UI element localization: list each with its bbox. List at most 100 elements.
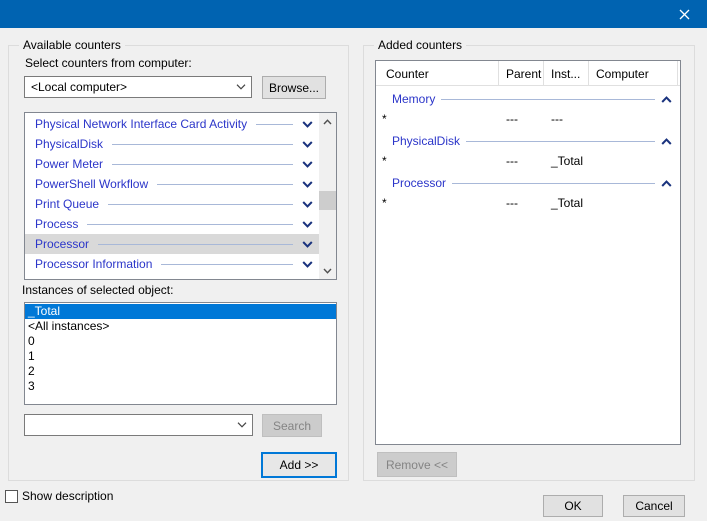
column-header-instance[interactable]: Inst... (544, 61, 589, 86)
cancel-button-label: Cancel (635, 499, 672, 513)
cell-parent: --- (499, 154, 544, 168)
counter-item[interactable]: Physical Network Interface Card Activity (25, 114, 319, 134)
counter-item-rule (157, 184, 293, 185)
counter-item-label: PowerShell Workflow (35, 177, 148, 191)
search-button-label: Search (273, 419, 311, 433)
cell-instance: --- (544, 112, 589, 126)
add-button-label: Add >> (280, 458, 319, 472)
counter-item-label: Process (35, 217, 78, 231)
table-header-row: Counter Parent Inst... Computer (376, 61, 680, 86)
counter-item[interactable]: Process (25, 214, 319, 234)
counter-item[interactable]: Processor Information (25, 254, 319, 274)
counter-group-name: PhysicalDisk (392, 134, 460, 148)
counter-item[interactable]: PowerShell Workflow (25, 174, 319, 194)
counter-group-row[interactable]: Processor (376, 173, 680, 193)
table-row[interactable]: * --- --- (376, 109, 680, 129)
instance-item[interactable]: 1 (25, 349, 336, 364)
collapse-chevron-icon[interactable] (661, 96, 672, 103)
select-computer-label: Select counters from computer: (25, 56, 192, 70)
collapse-chevron-icon[interactable] (661, 138, 672, 145)
counter-item-label: Processor (35, 237, 89, 251)
show-description-checkbox[interactable]: Show description (5, 489, 113, 503)
instance-item[interactable]: 2 (25, 364, 336, 379)
cell-instance: _Total (544, 196, 589, 210)
counter-item-rule (87, 224, 293, 225)
counters-list: Physical Network Interface Card Activity… (24, 112, 337, 280)
cell-parent: --- (499, 112, 544, 126)
add-counters-dialog: Available counters Select counters from … (0, 0, 707, 521)
counter-item-rule (161, 264, 293, 265)
computer-combobox-value: <Local computer> (25, 80, 231, 94)
counter-group-name: Processor (392, 176, 446, 190)
add-button[interactable]: Add >> (261, 452, 337, 478)
added-counters-group-label: Added counters (374, 38, 466, 52)
scroll-down-icon (323, 268, 332, 274)
table-row[interactable]: * --- _Total (376, 151, 680, 171)
expand-chevron-icon[interactable] (302, 201, 313, 208)
counter-item-selected[interactable]: Processor (25, 234, 319, 254)
counter-item[interactable]: Power Meter (25, 154, 319, 174)
counter-group-name: Memory (392, 92, 435, 106)
expand-chevron-icon[interactable] (302, 161, 313, 168)
scrollbar-thumb[interactable] (319, 191, 336, 210)
close-button[interactable] (661, 0, 707, 28)
instance-item[interactable]: <All instances> (25, 319, 336, 334)
counter-group-rule (441, 99, 655, 100)
browse-button[interactable]: Browse... (262, 76, 326, 99)
table-row[interactable]: * --- _Total (376, 193, 680, 213)
available-counters-group-label: Available counters (19, 38, 125, 52)
cell-counter: * (376, 112, 499, 126)
show-description-label: Show description (22, 489, 113, 503)
checkbox-box (5, 490, 18, 503)
remove-button-label: Remove << (386, 458, 448, 472)
counter-group-row[interactable]: PhysicalDisk (376, 131, 680, 151)
ok-button[interactable]: OK (543, 495, 603, 517)
expand-chevron-icon[interactable] (302, 261, 313, 268)
counter-group-rule (466, 141, 655, 142)
scroll-down-button[interactable] (319, 262, 336, 279)
cancel-button[interactable]: Cancel (623, 495, 685, 517)
scroll-up-icon (323, 119, 332, 125)
table-body: Memory * --- --- PhysicalDisk * --- _Tot… (376, 86, 680, 213)
column-header-computer[interactable]: Computer (589, 61, 678, 86)
remove-button[interactable]: Remove << (377, 452, 457, 477)
chevron-down-icon (231, 84, 251, 90)
scroll-up-button[interactable] (319, 113, 336, 130)
counter-item-rule (112, 144, 293, 145)
counter-item[interactable]: Print Queue (25, 194, 319, 214)
computer-combobox[interactable]: <Local computer> (24, 76, 252, 98)
counter-item-label: PhysicalDisk (35, 137, 103, 151)
expand-chevron-icon[interactable] (302, 241, 313, 248)
title-bar (0, 0, 707, 28)
counter-item-label: Power Meter (35, 157, 103, 171)
scrollbar[interactable] (319, 113, 336, 279)
counter-item-label: Processor Information (35, 257, 152, 271)
counter-item-rule (108, 204, 293, 205)
browse-button-label: Browse... (269, 81, 319, 95)
instance-item-selected[interactable]: _Total (25, 304, 336, 319)
collapse-chevron-icon[interactable] (661, 180, 672, 187)
expand-chevron-icon[interactable] (302, 121, 313, 128)
chevron-down-icon (232, 422, 252, 428)
counter-group-rule (452, 183, 655, 184)
counter-item[interactable]: PhysicalDisk (25, 134, 319, 154)
counter-item-rule (256, 124, 293, 125)
expand-chevron-icon[interactable] (302, 221, 313, 228)
column-header-counter[interactable]: Counter (376, 61, 499, 86)
instances-list: _Total <All instances> 0 1 2 3 (24, 302, 337, 405)
instance-item[interactable]: 0 (25, 334, 336, 349)
counter-item-rule (112, 164, 293, 165)
counter-item-rule (98, 244, 293, 245)
column-header-parent[interactable]: Parent (499, 61, 544, 86)
counter-item-label: Physical Network Interface Card Activity (35, 117, 247, 131)
expand-chevron-icon[interactable] (302, 181, 313, 188)
instance-item[interactable]: 3 (25, 379, 336, 394)
search-button[interactable]: Search (262, 414, 322, 437)
counter-group-row[interactable]: Memory (376, 89, 680, 109)
search-combobox[interactable] (24, 414, 253, 436)
cell-parent: --- (499, 196, 544, 210)
instances-label: Instances of selected object: (22, 283, 173, 297)
expand-chevron-icon[interactable] (302, 141, 313, 148)
close-icon (679, 9, 690, 20)
ok-button-label: OK (564, 499, 581, 513)
